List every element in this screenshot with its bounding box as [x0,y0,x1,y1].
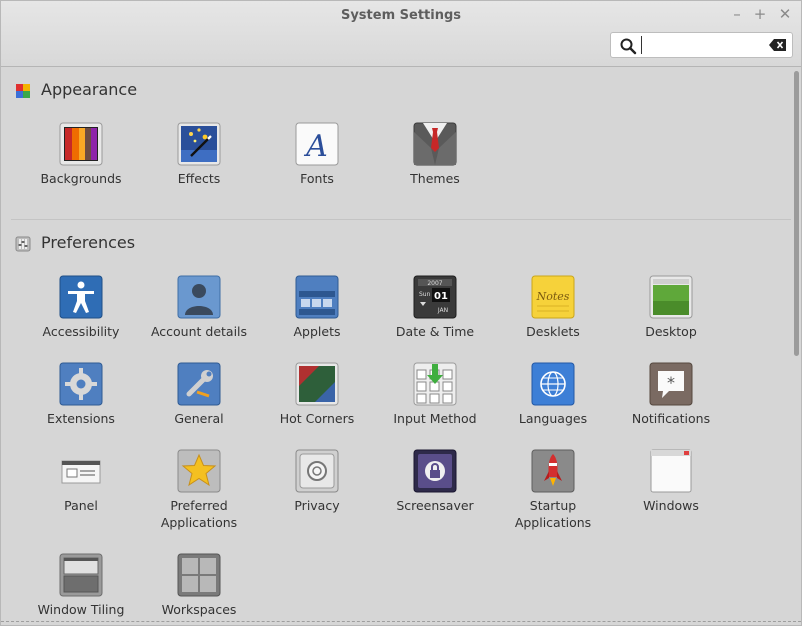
languages-icon [531,362,575,406]
fonts-icon: A [295,122,339,166]
item-label: Desktop [645,324,697,339]
section-title: Preferences [41,233,136,252]
system-settings-window: System Settings – + ✕ Appearance Backgro… [0,0,802,626]
item-label: Hot Corners [279,411,355,426]
search-box[interactable] [610,32,793,58]
svg-text:Sun: Sun [419,291,431,298]
svg-text:A: A [303,129,328,164]
item-label: Extensions [47,411,115,426]
item-label: Desklets [526,324,580,339]
item-label: Input Method [393,411,477,426]
preferred-applications-icon [177,449,221,493]
item-label: Windows [643,498,699,513]
svg-text:01: 01 [434,291,448,302]
input-method-icon [413,362,457,406]
search-input[interactable] [641,36,761,54]
privacy-icon [295,449,339,493]
notifications-icon: * [649,362,693,406]
clear-text-icon[interactable] [769,38,787,52]
workspaces-icon [177,553,221,597]
general-icon [177,362,221,406]
desktop-icon [649,275,693,319]
section-title: Appearance [41,80,138,99]
item-label: Startup Applications [514,498,592,530]
svg-text:*: * [667,373,675,392]
account-details-icon [177,275,221,319]
startup-applications-icon [531,449,575,493]
appearance-icon [16,84,30,98]
header-bar: System Settings – + ✕ [1,1,801,67]
item-label: General [174,411,224,426]
close-button[interactable]: ✕ [777,6,793,22]
item-label: Date & Time [395,324,475,339]
hot-corners-icon [295,362,339,406]
item-label: Effects [177,171,221,186]
svg-text:2007: 2007 [427,280,442,287]
effects-icon [177,122,221,166]
vertical-scrollbar[interactable] [794,71,799,356]
item-label: Notifications [631,411,711,426]
item-label: Workspaces [161,602,237,617]
item-label: Themes [410,171,460,186]
item-label: Backgrounds [40,171,122,186]
item-label: Screensaver [396,498,474,513]
preferences-icon [15,236,31,252]
screensaver-icon [413,449,457,493]
item-label: Account details [150,324,248,339]
svg-text:Notes: Notes [536,290,570,303]
item-label: Window Tiling [37,602,125,617]
backgrounds-icon [59,122,103,166]
item-label: Panel [64,498,98,513]
window-tiling-icon [59,553,103,597]
svg-text:JAN: JAN [437,307,448,314]
themes-icon [413,122,457,166]
item-label: Fonts [300,171,334,186]
window-bottom-edge [1,621,801,626]
applets-icon [295,275,339,319]
settings-content: Appearance Backgrounds Effects A Fonts T… [1,68,801,626]
item-label: Languages [518,411,588,426]
search-icon [620,38,637,55]
item-label: Privacy [294,498,340,513]
accessibility-icon [59,275,103,319]
extensions-icon [59,362,103,406]
item-label: Preferred Applications [160,498,238,530]
desklets-icon: Notes [531,275,575,319]
section-divider [11,219,791,220]
item-label: Accessibility [42,324,120,339]
maximize-button[interactable]: + [752,6,768,22]
item-label: Applets [293,324,341,339]
window-title: System Settings [340,8,462,23]
windows-icon [650,449,692,493]
date-time-icon: 2007 Sun 01 JAN [413,275,457,319]
panel-icon [61,460,101,484]
minimize-button[interactable]: – [729,6,745,22]
